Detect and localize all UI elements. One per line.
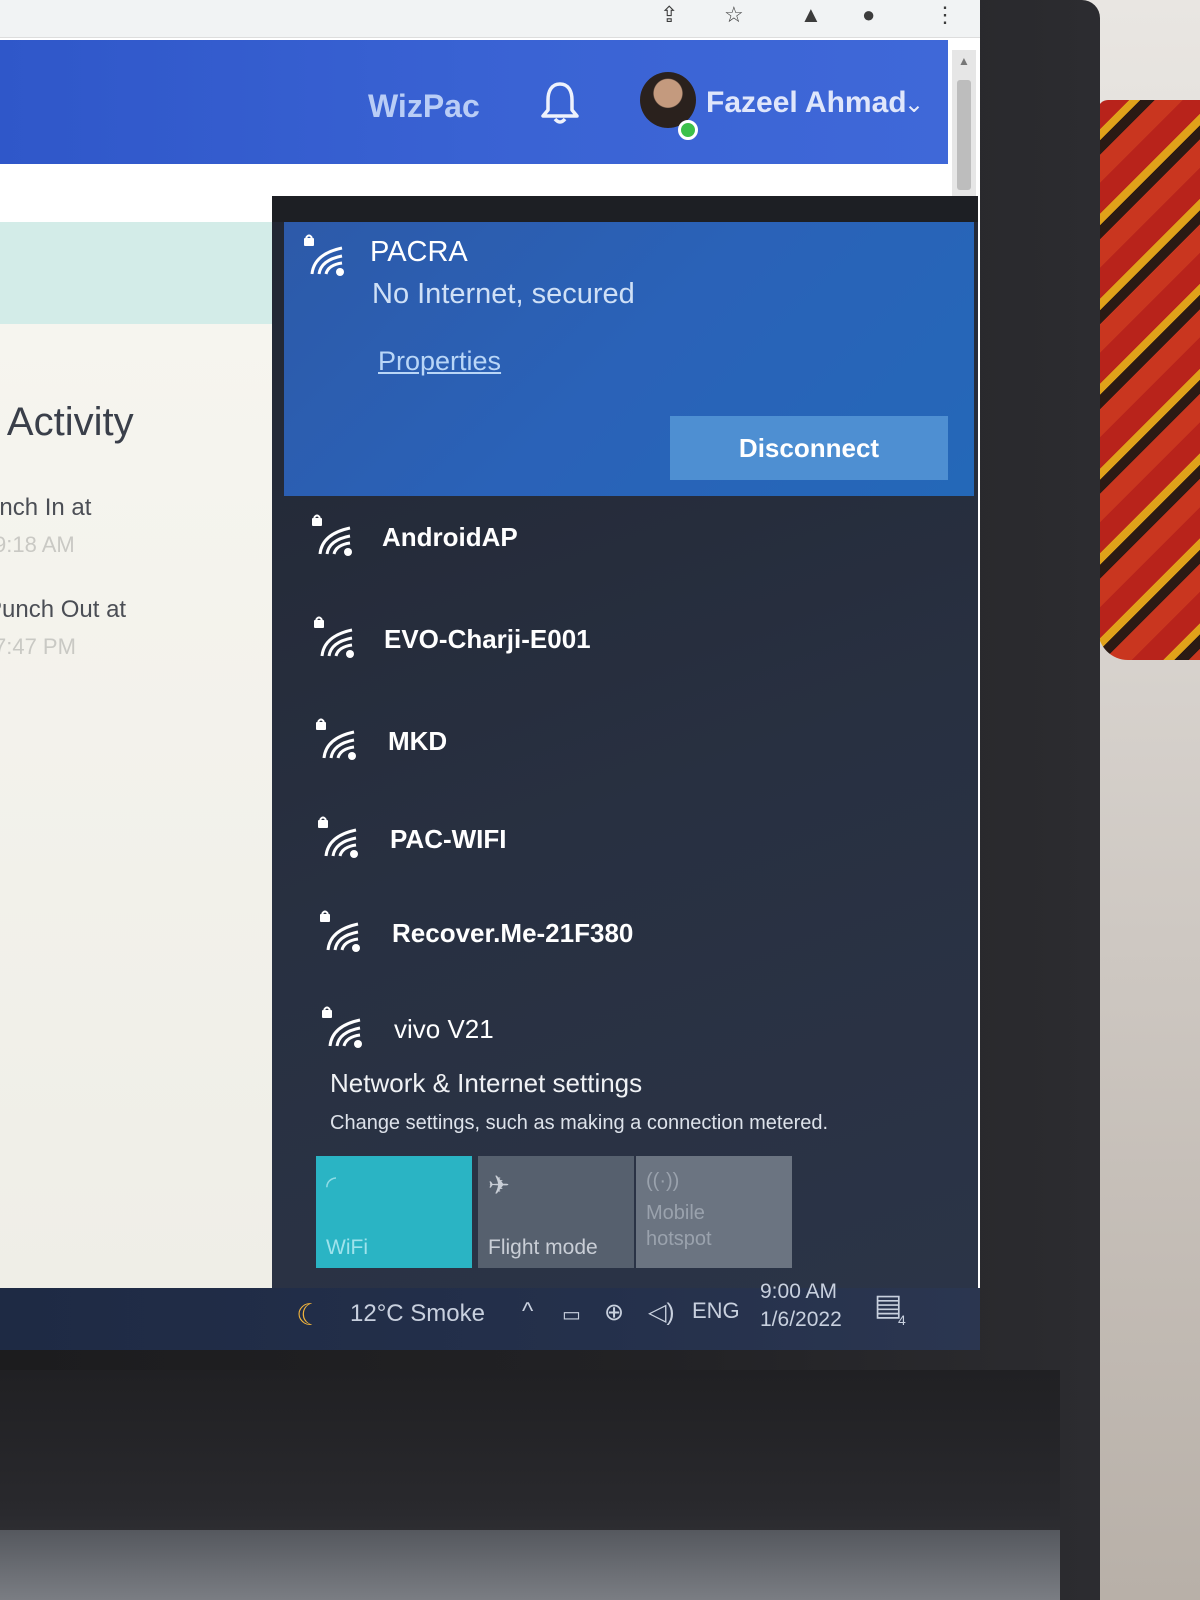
scroll-up-icon[interactable]: ▲ — [958, 54, 970, 68]
properties-link[interactable]: Properties — [378, 346, 501, 377]
tile-label: WiFi — [326, 1236, 368, 1259]
mobile-hotspot-tile[interactable]: ((·)) Mobile hotspot — [636, 1156, 792, 1268]
wifi-icon — [322, 1006, 362, 1048]
wifi-icon — [314, 616, 354, 658]
wifi-icon — [320, 910, 360, 952]
connected-network[interactable]: PACRA No Internet, secured Properties Di… — [284, 222, 974, 496]
wifi-icon — [312, 514, 352, 556]
wifi-icon: ◜ — [326, 1170, 337, 1200]
star-icon[interactable]: ☆ — [724, 2, 744, 28]
network-name: vivo V21 — [394, 1014, 494, 1044]
weather-icon[interactable]: ☾ — [296, 1298, 323, 1333]
network-flyout: PACRA No Internet, secured Properties Di… — [272, 196, 978, 1288]
connected-network-name: PACRA — [370, 236, 468, 268]
app-header: WizPac Fazeel Ahmad ⌄ — [0, 40, 948, 164]
network-name: Recover.Me-21F380 — [392, 918, 634, 948]
lock-icon — [304, 238, 314, 246]
clock-time[interactable]: 9:00 AM — [760, 1280, 837, 1304]
weather-widget[interactable]: 12°C Smoke — [350, 1300, 485, 1328]
share-icon[interactable]: ⇪ — [660, 2, 678, 28]
speaker-icon[interactable]: ◁) — [648, 1298, 674, 1327]
extension-icon[interactable]: ▲ — [800, 2, 822, 28]
punch-out-time: 7:47 PM — [0, 634, 76, 659]
network-item-evo-charji[interactable]: EVO-Charji-E001 — [302, 602, 962, 698]
tile-label: hotspot — [646, 1228, 712, 1250]
scrollbar-thumb[interactable] — [957, 80, 971, 190]
disconnect-button[interactable]: Disconnect — [670, 416, 948, 480]
content-banner — [0, 222, 280, 324]
laptop-hinge — [0, 1530, 1060, 1600]
tile-label: Flight mode — [488, 1236, 598, 1259]
punch-out-label: Punch Out at — [0, 596, 127, 623]
punch-in-time: 9:18 AM — [0, 532, 75, 557]
tile-label: Mobile — [646, 1202, 705, 1224]
profile-icon[interactable]: ● — [862, 2, 875, 28]
battery-icon[interactable]: ▭ — [562, 1302, 581, 1327]
hotspot-icon: ((·)) — [646, 1170, 680, 1192]
page-scrollbar[interactable]: ▲ — [952, 50, 976, 200]
user-name[interactable]: Fazeel Ahmad — [706, 86, 907, 120]
network-name: AndroidAP — [382, 522, 518, 552]
wifi-icon — [304, 234, 344, 276]
network-name: EVO-Charji-E001 — [384, 624, 591, 654]
network-settings-description: Change settings, such as making a connec… — [330, 1112, 829, 1134]
network-name: PAC-WIFI — [390, 824, 507, 854]
network-settings-link[interactable]: Network & Internet settings — [330, 1068, 642, 1099]
network-name: MKD — [388, 726, 448, 756]
background-mug — [1098, 100, 1200, 660]
network-item-androidap[interactable]: AndroidAP — [302, 500, 962, 596]
bell-icon[interactable] — [540, 80, 580, 126]
laptop-screen: ⇪ ☆ ▲ ● ⋮ ▲ WizPac Fazeel Ahmad ⌄ y Acti… — [0, 0, 980, 1350]
content-area — [0, 324, 312, 1288]
language-indicator[interactable]: ENG — [692, 1298, 740, 1324]
wifi-icon — [318, 816, 358, 858]
wifi-toggle-tile[interactable]: ◜ WiFi — [316, 1156, 472, 1268]
presence-indicator — [678, 120, 698, 140]
flight-mode-tile[interactable]: ✈ Flight mode — [478, 1156, 634, 1268]
browser-toolbar: ⇪ ☆ ▲ ● ⋮ — [0, 0, 980, 38]
network-item-recover-me[interactable]: Recover.Me-21F380 — [302, 896, 962, 992]
notification-count: 4 — [898, 1312, 906, 1328]
airplane-icon: ✈ — [488, 1170, 510, 1200]
chevron-down-icon[interactable]: ⌄ — [904, 90, 924, 119]
network-item-mkd[interactable]: MKD — [302, 704, 962, 800]
punch-in-label: unch In at — [0, 494, 92, 521]
flyout-top-strip — [272, 196, 978, 222]
taskbar: ☾ 12°C Smoke ^ ▭ ⊕ ◁) ENG 9:00 AM 1/6/20… — [0, 1280, 980, 1350]
clock-date[interactable]: 1/6/2022 — [760, 1308, 842, 1332]
globe-icon[interactable]: ⊕ — [604, 1298, 624, 1327]
connected-network-status: No Internet, secured — [372, 278, 635, 310]
menu-icon[interactable]: ⋮ — [934, 2, 956, 28]
brand-link[interactable]: WizPac — [368, 88, 480, 125]
network-item-pac-wifi[interactable]: PAC-WIFI — [302, 802, 962, 898]
page-title: y Activity — [0, 400, 134, 444]
wifi-icon — [316, 718, 356, 760]
chevron-up-icon[interactable]: ^ — [522, 1298, 533, 1326]
